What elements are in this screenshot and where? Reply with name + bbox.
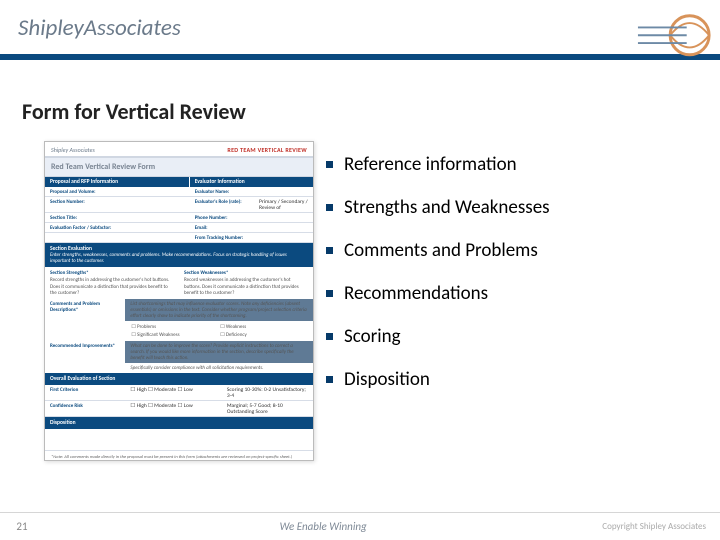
form-row: Confidence Risk☐ High ☐ Moderate ☐ LowMa… (45, 401, 313, 417)
brand-logo: ShipleyAssociates (18, 14, 702, 42)
bar-proposal: Proposal and RFP Information (45, 177, 190, 187)
slide-title: Form for Vertical Review (0, 72, 720, 135)
globe-icon (636, 6, 714, 64)
form-strengths-weaknesses: Section Strengths*Record strengths in ad… (45, 267, 313, 299)
bar-evaluator: Evaluator Information (190, 177, 313, 187)
form-row: Proposal and Volume:Evaluator Name: (45, 187, 313, 197)
form-title: Red Team Vertical Review Form (45, 158, 313, 177)
slide-header: ShipleyAssociates (0, 0, 720, 72)
header-rule (0, 54, 720, 60)
slide-content: Shipley Associates RED TEAM VERTICAL REV… (0, 135, 720, 461)
bullet-item: Reference information (344, 143, 702, 186)
form-checkboxes: Problems Weakness Significant Weakness D… (125, 321, 313, 341)
brand-word-a: Shipley (18, 14, 84, 42)
bullet-list: Reference information Strengths and Weak… (314, 141, 702, 461)
form-row: Section Title:Phone Number: (45, 213, 313, 223)
form-row: First Criterion☐ High ☐ Moderate ☐ LowSc… (45, 385, 313, 401)
form-overall-eval: Overall Evaluation of Section (45, 373, 313, 385)
form-tag: RED TEAM VERTICAL REVIEW (227, 146, 307, 154)
form-bar-info: Proposal and RFP Information Evaluator I… (45, 177, 313, 187)
form-logo: Shipley Associates (51, 146, 95, 154)
footer-tagline: We Enable Winning (44, 520, 602, 533)
bullet-item: Recommendations (344, 272, 702, 315)
form-thumbnail: Shipley Associates RED TEAM VERTICAL REV… (44, 141, 314, 461)
form-footnote: *Note: All comments made directly in the… (45, 451, 313, 461)
bullet-item: Comments and Problems (344, 229, 702, 272)
bullet-item: Scoring (344, 315, 702, 358)
page-number: 21 (0, 520, 44, 533)
form-recommendations: Recommended Improvements* What can be do… (45, 341, 313, 363)
form-comments-problems: Comments and Problem Descriptions* List … (45, 299, 313, 321)
form-row: Evaluation Factor / Subfactor:Email: (45, 223, 313, 233)
form-section-evaluation: Section Evaluation Enter strengths, weak… (45, 243, 313, 267)
footer-copyright: Copyright Shipley Associates (602, 521, 720, 532)
form-row: Section Number:Evaluator's Role (rate):P… (45, 197, 313, 213)
brand-word-b: Associates (84, 14, 181, 42)
bullet-item: Disposition (344, 358, 702, 401)
form-row: From Tracking Number: (45, 233, 313, 243)
bullet-item: Strengths and Weaknesses (344, 186, 702, 229)
form-disposition: Disposition (45, 417, 313, 429)
slide-footer: 21 We Enable Winning Copyright Shipley A… (0, 512, 720, 540)
